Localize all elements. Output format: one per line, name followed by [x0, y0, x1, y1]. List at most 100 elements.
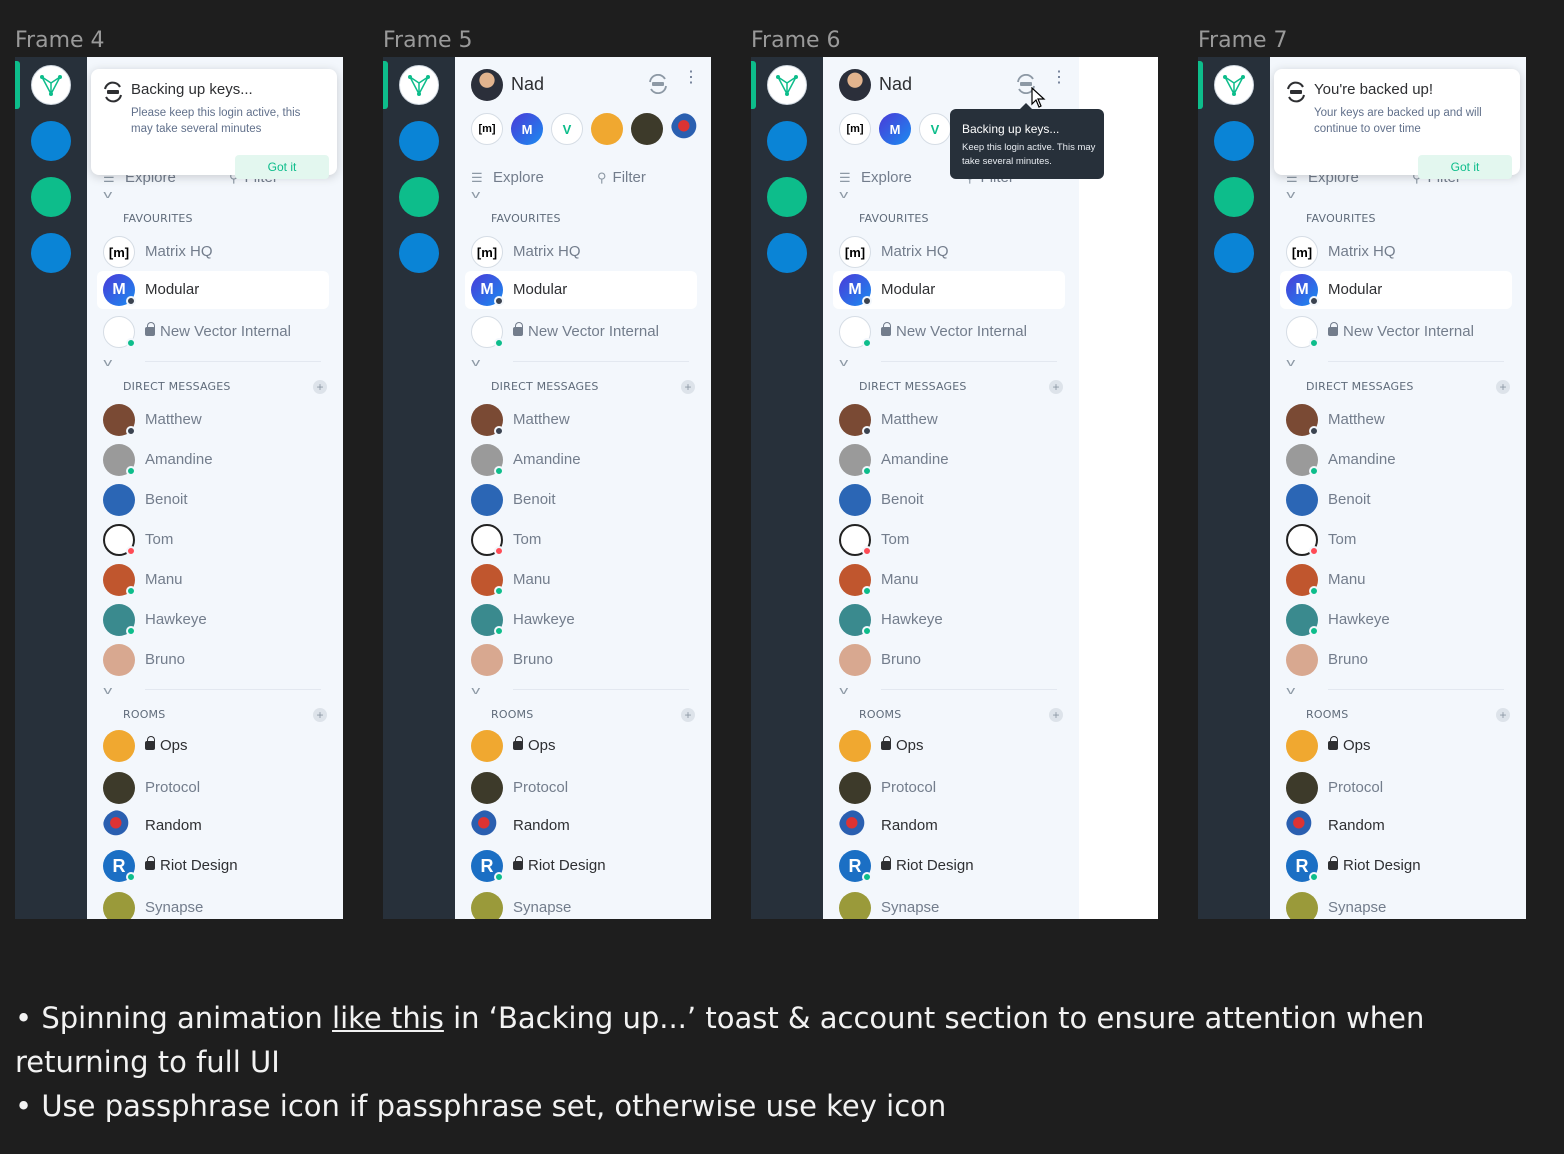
space-avatar[interactable] [767, 177, 807, 217]
filter-input[interactable]: ⚲ Filter [597, 169, 646, 186]
community-avatar[interactable] [671, 113, 703, 145]
got-it-button[interactable]: Got it [1418, 155, 1512, 179]
riot-logo-icon[interactable] [767, 65, 807, 105]
room-random[interactable]: Random [1280, 807, 1512, 845]
space-avatar[interactable] [31, 233, 71, 273]
room-modular[interactable]: M Modular [833, 271, 1065, 309]
dm-bruno[interactable]: Bruno [833, 641, 1065, 679]
sync-key-icon[interactable] [647, 74, 669, 94]
dm-matthew[interactable]: Matthew [465, 401, 697, 439]
room-matrix-hq[interactable]: [m] Matrix HQ [465, 233, 697, 271]
room-modular[interactable]: M Modular [97, 271, 329, 309]
add-dm-icon[interactable]: + [1496, 380, 1510, 394]
room-ops[interactable]: Ops [97, 727, 329, 765]
matrix-logo-icon[interactable]: [m] [839, 113, 871, 145]
add-dm-icon[interactable]: + [681, 380, 695, 394]
space-avatar[interactable] [767, 233, 807, 273]
chevron-down-icon[interactable]: v [1286, 189, 1295, 201]
riot-logo-icon[interactable]: V [919, 113, 951, 145]
dm-manu[interactable]: Manu [833, 561, 1065, 599]
dm-matthew[interactable]: Matthew [1280, 401, 1512, 439]
chevron-down-icon[interactable]: v [103, 189, 112, 201]
chevron-down-icon[interactable]: v [471, 685, 480, 697]
riot-logo-icon[interactable] [1214, 65, 1254, 105]
like-this-link[interactable]: like this [332, 1001, 444, 1035]
room-ops[interactable]: Ops [465, 727, 697, 765]
room-protocol[interactable]: Protocol [465, 769, 697, 807]
room-synapse[interactable]: Synapse [1280, 889, 1512, 919]
dm-benoit[interactable]: Benoit [833, 481, 1065, 519]
room-synapse[interactable]: Synapse [833, 889, 1065, 919]
dm-tom[interactable]: Tom [465, 521, 697, 559]
riot-logo-icon[interactable] [31, 65, 71, 105]
room-matrix-hq[interactable]: [m] Matrix HQ [97, 233, 329, 271]
dm-tom[interactable]: Tom [833, 521, 1065, 559]
dm-manu[interactable]: Manu [97, 561, 329, 599]
room-modular[interactable]: M Modular [1280, 271, 1512, 309]
space-avatar[interactable] [31, 121, 71, 161]
room-new-vector-internal[interactable]: New Vector Internal [465, 313, 697, 351]
add-room-icon[interactable]: + [1049, 708, 1063, 722]
dm-hawkeye[interactable]: Hawkeye [465, 601, 697, 639]
modular-logo-icon[interactable]: M [511, 113, 543, 145]
dm-bruno[interactable]: Bruno [465, 641, 697, 679]
room-protocol[interactable]: Protocol [1280, 769, 1512, 807]
chevron-down-icon[interactable]: v [839, 357, 848, 369]
riot-logo-icon[interactable] [399, 65, 439, 105]
room-modular[interactable]: M Modular [465, 271, 697, 309]
got-it-button[interactable]: Got it [235, 155, 329, 179]
room-random[interactable]: Random [833, 807, 1065, 845]
space-avatar[interactable] [1214, 233, 1254, 273]
dm-tom[interactable]: Tom [1280, 521, 1512, 559]
room-ops[interactable]: Ops [1280, 727, 1512, 765]
dm-amandine[interactable]: Amandine [1280, 441, 1512, 479]
room-protocol[interactable]: Protocol [97, 769, 329, 807]
room-riot-design[interactable]: R Riot Design [833, 847, 1065, 885]
chevron-down-icon[interactable]: v [471, 189, 480, 201]
room-new-vector-internal[interactable]: New Vector Internal [1280, 313, 1512, 351]
dm-benoit[interactable]: Benoit [465, 481, 697, 519]
room-random[interactable]: Random [465, 807, 697, 845]
room-new-vector-internal[interactable]: New Vector Internal [97, 313, 329, 351]
dm-hawkeye[interactable]: Hawkeye [1280, 601, 1512, 639]
space-avatar[interactable] [399, 233, 439, 273]
community-avatar[interactable] [631, 113, 663, 145]
room-riot-design[interactable]: R Riot Design [465, 847, 697, 885]
chevron-down-icon[interactable]: v [471, 357, 480, 369]
dm-amandine[interactable]: Amandine [833, 441, 1065, 479]
space-avatar[interactable] [767, 121, 807, 161]
room-riot-design[interactable]: R Riot Design [97, 847, 329, 885]
chevron-down-icon[interactable]: v [1286, 685, 1295, 697]
dm-benoit[interactable]: Benoit [97, 481, 329, 519]
room-random[interactable]: Random [97, 807, 329, 845]
add-room-icon[interactable]: + [1496, 708, 1510, 722]
room-synapse[interactable]: Synapse [465, 889, 697, 919]
chevron-down-icon[interactable]: v [103, 685, 112, 697]
dm-manu[interactable]: Manu [1280, 561, 1512, 599]
room-matrix-hq[interactable]: [m] Matrix HQ [833, 233, 1065, 271]
chevron-down-icon[interactable]: v [839, 189, 848, 201]
dm-hawkeye[interactable]: Hawkeye [97, 601, 329, 639]
space-avatar[interactable] [31, 177, 71, 217]
chevron-down-icon[interactable]: v [103, 357, 112, 369]
room-ops[interactable]: Ops [833, 727, 1065, 765]
space-avatar[interactable] [1214, 121, 1254, 161]
add-room-icon[interactable]: + [313, 708, 327, 722]
matrix-logo-icon[interactable]: [m] [471, 113, 503, 145]
room-matrix-hq[interactable]: [m] Matrix HQ [1280, 233, 1512, 271]
room-synapse[interactable]: Synapse [97, 889, 329, 919]
space-avatar[interactable] [399, 121, 439, 161]
user-avatar[interactable] [839, 69, 871, 101]
explore-button[interactable]: ☰ Explore [839, 169, 912, 186]
kebab-menu-icon[interactable]: ⋮ [1051, 70, 1067, 94]
dm-matthew[interactable]: Matthew [833, 401, 1065, 439]
dm-tom[interactable]: Tom [97, 521, 329, 559]
kebab-menu-icon[interactable]: ⋮ [683, 70, 699, 94]
space-avatar[interactable] [399, 177, 439, 217]
dm-hawkeye[interactable]: Hawkeye [833, 601, 1065, 639]
riot-logo-icon[interactable]: V [551, 113, 583, 145]
dm-benoit[interactable]: Benoit [1280, 481, 1512, 519]
add-dm-icon[interactable]: + [313, 380, 327, 394]
room-new-vector-internal[interactable]: New Vector Internal [833, 313, 1065, 351]
dm-amandine[interactable]: Amandine [465, 441, 697, 479]
